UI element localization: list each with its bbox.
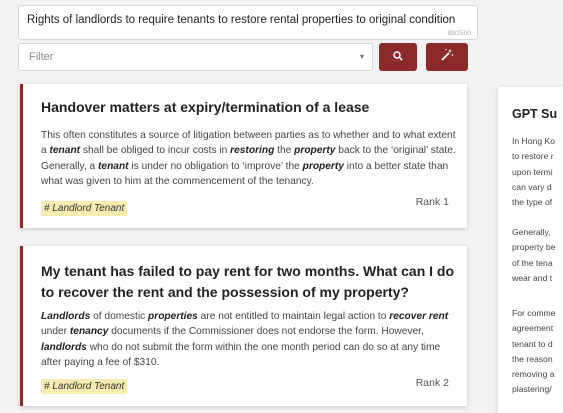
gpt-summary-paragraph-3: For comme agreement tenant to d the reason r… [512, 306, 563, 398]
gpt-summary-line: the type of [512, 197, 553, 208]
gpt-summary-line: property be [512, 242, 556, 253]
gpt-summary-line: can vary d [512, 181, 552, 192]
search-query-field[interactable]: Rights of landlords to require tenants t… [18, 5, 478, 40]
gpt-summary-line: plastering/ [512, 384, 552, 395]
character-count: 89/2500 [447, 30, 472, 37]
gpt-summary-line: of the tena [512, 257, 553, 268]
gpt-summary-line: agreement [512, 323, 554, 334]
ai-summary-button[interactable] [426, 43, 468, 71]
gpt-summary-line: the reason [512, 353, 553, 364]
result-snippet: This often constitutes a source of litig… [41, 130, 456, 187]
caret-down-icon: ▾ [359, 52, 364, 61]
result-snippet: Landlords of domestic properties are not… [41, 311, 449, 368]
gpt-summary-panel: GPT Su In Hong Ko to restore r upon termi c… [498, 87, 563, 413]
gpt-summary-line: removing a [512, 369, 555, 380]
result-card[interactable]: My tenant has failed to pay rent for two… [20, 246, 467, 406]
search-query-text[interactable]: Rights of landlords to require tenants t… [27, 14, 455, 26]
filter-placeholder: Filter [29, 51, 54, 63]
search-button[interactable] [379, 43, 417, 71]
result-title[interactable]: My tenant has failed to pay rent for two… [41, 261, 456, 303]
result-tag[interactable]: # Landlord Tenant [41, 201, 128, 216]
gpt-summary-line: For comme [512, 308, 556, 318]
result-card[interactable]: Handover matters at expiry/termination o… [20, 84, 467, 228]
search-column: Rights of landlords to require tenants t… [18, 0, 478, 413]
gpt-summary-line: Generally, [512, 227, 551, 237]
search-icon [393, 48, 403, 66]
filter-select[interactable]: Filter ▾ [18, 43, 373, 71]
result-rank: Rank 1 [415, 196, 449, 208]
gpt-summary-line: upon termi [512, 166, 553, 177]
gpt-summary-paragraph-1: In Hong Ko to restore r upon termi can vary… [512, 134, 563, 210]
magic-wand-icon [440, 48, 454, 67]
gpt-summary-title: GPT Su [512, 107, 558, 121]
gpt-summary-line: to restore r [512, 151, 554, 162]
result-tag[interactable]: # Landlord Tenant [41, 379, 128, 394]
result-title[interactable]: Handover matters at expiry/termination o… [41, 99, 369, 115]
result-rank: Rank 2 [415, 377, 449, 389]
gpt-summary-line: In Hong Ko [512, 136, 555, 146]
gpt-summary-line: tenant to d [512, 338, 553, 349]
gpt-summary-paragraph-2: Generally, property be of the tena wear an… [512, 225, 563, 286]
gpt-summary-line: wear and t [512, 272, 553, 283]
